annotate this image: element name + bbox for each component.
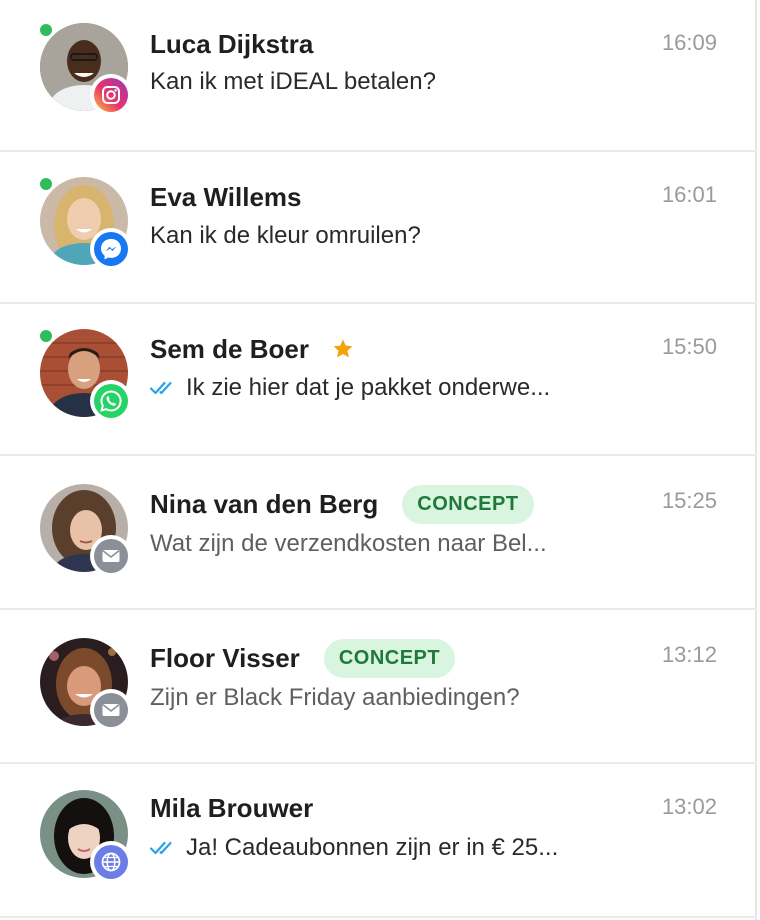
star-icon[interactable] [331, 337, 355, 361]
draft-badge: CONCEPT [402, 484, 534, 524]
messenger-icon [90, 228, 132, 270]
message-preview: Ik zie hier dat je pakket onderwe... [186, 374, 551, 401]
conversation-row-nina-van-den-berg[interactable]: Nina van den Berg CONCEPT 15:25 Wat zijn… [0, 458, 757, 610]
instagram-icon [90, 74, 132, 116]
contact-name: Sem de Boer [150, 333, 309, 364]
online-indicator [38, 328, 54, 344]
double-check-icon [150, 380, 178, 396]
draft-badge: CONCEPT [323, 638, 456, 678]
timestamp: 16:09 [661, 30, 717, 55]
timestamp: 15:50 [661, 334, 717, 359]
online-indicator [38, 22, 54, 38]
avatar [38, 176, 132, 270]
timestamp: 13:12 [661, 642, 717, 667]
contact-name: Eva Willems [150, 181, 302, 212]
avatar [38, 22, 132, 116]
message-preview: Kan ik de kleur omruilen? [150, 222, 421, 249]
message-preview: Ja! Cadeaubonnen zijn er in € 25... [186, 834, 559, 861]
contact-name: Nina van den Berg [150, 488, 379, 519]
timestamp: 13:02 [661, 794, 717, 819]
email-icon [90, 689, 132, 731]
conversation-list: Luca Dijkstra 16:09 Kan ik met iDEAL bet… [0, 0, 757, 920]
timestamp: 16:01 [661, 182, 717, 207]
web-chat-icon [90, 841, 132, 883]
conversation-row-sem-de-boer[interactable]: Sem de Boer 15:50 Ik zie hier dat je pak… [0, 304, 757, 456]
email-icon [90, 535, 132, 577]
avatar [40, 484, 132, 577]
contact-name: Floor Visser [150, 642, 300, 673]
conversation-row-luca-dijkstra[interactable]: Luca Dijkstra 16:09 Kan ik met iDEAL bet… [0, 0, 757, 152]
avatar [40, 638, 132, 731]
conversation-row-floor-visser[interactable]: Floor Visser CONCEPT 13:12 Zijn er Black… [0, 612, 757, 764]
conversation-row-eva-willems[interactable]: Eva Willems 16:01 Kan ik de kleur omruil… [0, 152, 757, 304]
contact-name: Luca Dijkstra [150, 28, 314, 59]
message-preview: Wat zijn de verzendkosten naar Bel... [150, 530, 547, 557]
avatar [40, 790, 132, 883]
avatar [38, 328, 132, 422]
whatsapp-icon [90, 380, 132, 422]
double-check-icon [150, 840, 178, 856]
message-preview: Kan ik met iDEAL betalen? [150, 68, 436, 95]
contact-name: Mila Brouwer [150, 792, 314, 823]
message-preview: Zijn er Black Friday aanbiedingen? [150, 684, 520, 711]
timestamp: 15:25 [661, 488, 717, 513]
online-indicator [38, 176, 54, 192]
conversation-row-mila-brouwer[interactable]: Mila Brouwer 13:02 Ja! Cadeaubonnen zijn… [0, 764, 757, 918]
